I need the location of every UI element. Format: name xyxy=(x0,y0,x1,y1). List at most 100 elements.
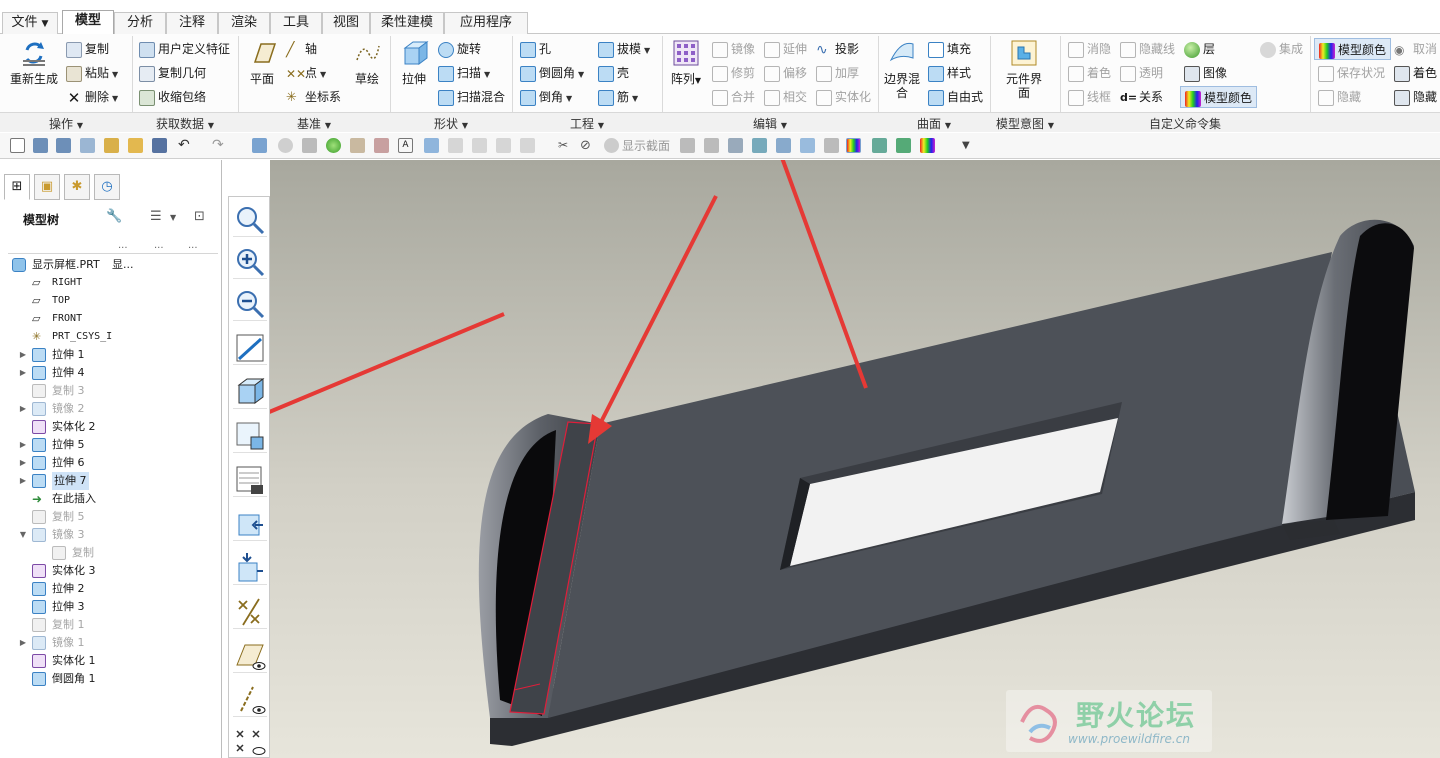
redo-icon[interactable]: ↷ xyxy=(212,138,227,153)
datum-point-button[interactable]: ✕✕点 ▼ xyxy=(286,62,326,84)
delete-button[interactable]: ✕ 删除 ▼ xyxy=(66,86,118,108)
tab-annotate[interactable]: 注释 xyxy=(166,12,218,34)
tree-column-header[interactable]: ... xyxy=(118,240,128,251)
repaint-button[interactable] xyxy=(233,331,267,365)
hide-button-2[interactable]: 隐藏 xyxy=(1394,86,1437,108)
shading-button[interactable]: 着色 xyxy=(1068,62,1111,84)
model-view-svg[interactable] xyxy=(270,160,1440,758)
measure-icon[interactable] xyxy=(680,138,695,153)
graphics-window[interactable]: 野火论坛 www.proewildfire.cn xyxy=(270,160,1440,758)
save-state-button[interactable]: 保存状况 xyxy=(1318,62,1385,84)
tab-favorites[interactable]: ✱ xyxy=(64,174,90,200)
view4-icon[interactable] xyxy=(496,138,511,153)
offset-button[interactable]: 偏移 xyxy=(764,62,807,84)
appearance-icon[interactable] xyxy=(846,138,861,153)
datum-csys-button[interactable]: ✳ 坐标系 xyxy=(286,86,341,108)
draft-button[interactable]: 拔模 ▼ xyxy=(598,38,650,60)
print-preview-icon[interactable] xyxy=(80,138,95,153)
view-icon[interactable] xyxy=(424,138,439,153)
style-button[interactable]: 样式 xyxy=(928,62,971,84)
tab-analysis[interactable]: 分析 xyxy=(114,12,166,34)
tree-item[interactable]: ▱ RIGHT xyxy=(0,274,220,292)
swept-blend-button[interactable]: 扫描混合 xyxy=(438,86,505,108)
chamfer-button[interactable]: 倒角 ▼ xyxy=(520,86,572,108)
list-options-icon[interactable]: ☰ xyxy=(150,209,162,224)
chevron-down-icon[interactable]: ▼ xyxy=(18,526,28,544)
tree-item[interactable]: ▶ 镜像 2 xyxy=(0,400,220,418)
network-icon[interactable] xyxy=(896,138,911,153)
chevron-right-icon[interactable]: ▶ xyxy=(18,454,28,472)
tree-item[interactable]: ✳ PRT_CSYS_I xyxy=(0,328,220,346)
solidify-button[interactable]: 实体化 xyxy=(816,86,871,108)
tree-item[interactable]: ▶ 拉伸 1 xyxy=(0,346,220,364)
dimension-icon[interactable] xyxy=(704,138,719,153)
layer-button[interactable]: 层 xyxy=(1184,38,1215,60)
wireframe-button[interactable]: 线框 xyxy=(1068,86,1111,108)
tree-item[interactable]: 复制 1 xyxy=(0,616,220,634)
section-toggle-icon[interactable] xyxy=(604,138,619,153)
tab-model-tree[interactable]: ⊞ xyxy=(4,174,30,200)
tree-item[interactable]: ▶ 拉伸 6 xyxy=(0,454,220,472)
zoom-out-button[interactable] xyxy=(233,287,267,321)
model-color-button-2[interactable]: 模型颜色 xyxy=(1180,86,1258,108)
tab-tools[interactable]: 工具 xyxy=(270,12,322,34)
plane-display-button[interactable] xyxy=(233,639,267,673)
refresh-icon[interactable] xyxy=(872,138,887,153)
tree-item[interactable]: ▶ 镜像 1 xyxy=(0,634,220,652)
view2-icon[interactable] xyxy=(448,138,463,153)
chevron-down-icon[interactable]: ▼ xyxy=(962,138,977,153)
annotation-icon[interactable]: A xyxy=(398,138,413,153)
color-palette-icon[interactable] xyxy=(920,138,935,153)
datum-display-button[interactable] xyxy=(233,595,267,629)
image-button[interactable]: 图像 xyxy=(1184,62,1227,84)
hole-button[interactable]: 孔 xyxy=(520,38,551,60)
group-surfaces[interactable]: 曲面 ▼ xyxy=(878,115,990,132)
chevron-right-icon[interactable]: ▶ xyxy=(18,436,28,454)
shrinkwrap-button[interactable]: 收缩包络 xyxy=(139,86,206,108)
shell-button[interactable]: 壳 xyxy=(598,62,629,84)
relations-button[interactable]: d= 关系 xyxy=(1120,86,1163,108)
chevron-right-icon[interactable]: ▶ xyxy=(18,634,28,652)
perspective-button[interactable] xyxy=(233,507,267,541)
tab-folder-browser[interactable]: ▣ xyxy=(34,174,60,200)
file-menu[interactable]: 文件 ▼ xyxy=(2,12,58,34)
extend-button[interactable]: 延伸 xyxy=(764,38,807,60)
tree-column-header[interactable]: ... xyxy=(154,240,164,251)
group-custom-commands[interactable]: 自定义命令集 xyxy=(1060,115,1310,132)
tree-item[interactable]: 实体化 2 xyxy=(0,418,220,436)
chevron-right-icon[interactable]: ▶ xyxy=(18,400,28,418)
trim-button[interactable]: 修剪 xyxy=(712,62,755,84)
tree-item[interactable]: ▱ FRONT xyxy=(0,310,220,328)
group-datum[interactable]: 基准 ▼ xyxy=(238,115,390,132)
tree-item[interactable]: 倒圆角 1 xyxy=(0,670,220,688)
group-engineering[interactable]: 工程 ▼ xyxy=(512,115,662,132)
tab-history[interactable]: ◷ xyxy=(94,174,120,200)
transparent-button[interactable]: 透明 xyxy=(1120,62,1163,84)
point-display-button[interactable] xyxy=(233,727,267,758)
revolve-button[interactable]: 旋转 xyxy=(438,38,481,60)
brush-icon[interactable] xyxy=(374,138,389,153)
rib-button[interactable]: 筋 ▼ xyxy=(598,86,638,108)
orient-icon[interactable] xyxy=(800,138,815,153)
zoom-in-button[interactable] xyxy=(233,245,267,279)
group-shapes[interactable]: 形状 ▼ xyxy=(390,115,512,132)
copy-button[interactable]: 复制 xyxy=(66,38,109,60)
hidden-line-button[interactable]: 隐藏线 xyxy=(1120,38,1175,60)
chevron-right-icon[interactable]: ▶ xyxy=(18,364,28,382)
group-model-intent[interactable]: 模型意图 ▼ xyxy=(990,115,1060,132)
tree-item[interactable]: ▶ 拉伸 4 xyxy=(0,364,220,382)
tree-item[interactable]: 拉伸 3 xyxy=(0,598,220,616)
view-manager-button[interactable] xyxy=(233,463,267,497)
regenerate-small-icon[interactable] xyxy=(252,138,267,153)
sketch-button[interactable]: 草绘 xyxy=(350,38,384,86)
group-operations[interactable]: 操作 ▼ xyxy=(0,115,132,132)
tab-applications[interactable]: 应用程序 xyxy=(444,12,528,34)
tree-column-header[interactable]: ... xyxy=(188,240,198,251)
spin-center-button[interactable] xyxy=(233,551,267,585)
mirror-button[interactable]: 镜像 xyxy=(712,38,755,60)
freestyle-button[interactable]: 自由式 xyxy=(928,86,983,108)
paste-button[interactable]: 粘贴 ▼ xyxy=(66,62,118,84)
display-style-button[interactable] xyxy=(233,375,267,409)
project-button[interactable]: ∿ 投影 xyxy=(816,38,859,60)
view5-icon[interactable] xyxy=(520,138,535,153)
